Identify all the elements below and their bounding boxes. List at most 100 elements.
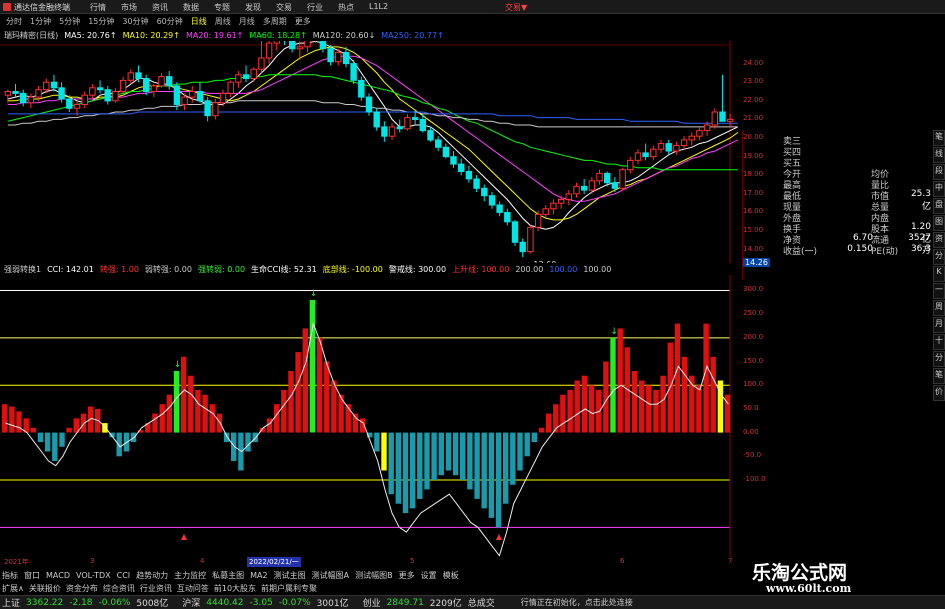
side-tab[interactable]: 周 (933, 300, 945, 316)
osc-bar (44, 432, 51, 452)
candle (465, 165, 473, 183)
candle-body (96, 87, 104, 91)
side-tab[interactable]: 价 (933, 385, 945, 401)
menu-item[interactable]: 数据 (183, 2, 199, 13)
osc-bar (223, 432, 230, 443)
index-cy-amount: 2209亿 (429, 599, 462, 609)
extension-tab[interactable]: 前10大股东 (214, 583, 256, 594)
indicator-tab[interactable]: VOL-TDX (76, 571, 111, 580)
period-tab[interactable]: 30分钟 (120, 16, 150, 27)
indicator-tab[interactable]: CCI (117, 571, 131, 580)
oscillator-chart[interactable]: ↓↓↓↓↓▲▲ (0, 275, 740, 557)
side-tab[interactable]: 分 (933, 351, 945, 367)
index-sz-name[interactable]: 沪深 (182, 596, 200, 609)
period-tab[interactable]: 月线 (237, 16, 257, 27)
side-tab[interactable]: 盘 (933, 198, 945, 214)
candle-body (588, 180, 596, 191)
side-tab[interactable]: 图 (933, 215, 945, 231)
indicator-tab[interactable]: MA2 (250, 571, 267, 580)
candle-body (680, 139, 688, 147)
period-tab[interactable]: 更多 (293, 16, 313, 27)
period-tab[interactable]: 1分钟 (28, 16, 53, 27)
extension-tab[interactable]: 互动问答 (177, 583, 209, 594)
status-bar: 上证 3362.22 -2.18 -0.06% 5008亿 沪深 4440.42… (0, 595, 945, 609)
osc-legend-item: 100.00 (583, 264, 612, 274)
period-tab[interactable]: 分时 (4, 16, 24, 27)
quote-row: 买四 (743, 145, 933, 158)
osc-bar (560, 394, 566, 433)
side-tab[interactable]: 段 (933, 164, 945, 180)
menu-item[interactable]: 交易 (276, 2, 292, 13)
candle-body (581, 185, 588, 191)
osc-bar (417, 432, 423, 499)
indicator-tab[interactable]: 趋势动力 (136, 570, 168, 581)
menu-item[interactable]: 热点 (338, 2, 354, 13)
side-tab[interactable]: 分 (933, 249, 945, 265)
candle (458, 158, 465, 176)
candle-body (634, 152, 642, 161)
osc-bar (152, 413, 158, 433)
menu-item[interactable]: L1L2 (369, 2, 388, 13)
index-sz-value: 4440.42 (206, 597, 244, 608)
extension-tab[interactable]: 扩展∧ (2, 583, 24, 594)
osc-legend-item: 100.00 (549, 264, 578, 274)
indicator-tab[interactable]: 指标 (2, 570, 18, 581)
menu-item[interactable]: 资讯 (152, 2, 168, 13)
indicator-tab[interactable]: 主力监控 (174, 570, 206, 581)
indicator-tab[interactable]: 测试幅图B (355, 570, 393, 581)
osc-bar (388, 432, 394, 495)
indicator-tab[interactable]: 私募主图 (212, 570, 244, 581)
period-tab[interactable]: 15分钟 (86, 16, 116, 27)
date-tick: 6 (620, 557, 625, 565)
candle-body (127, 72, 135, 81)
extension-tab[interactable]: 行业资讯 (140, 583, 172, 594)
candle-body (542, 208, 549, 215)
indicator-tab[interactable]: 更多 (399, 570, 415, 581)
period-tab[interactable]: 5分钟 (57, 16, 82, 27)
candle (212, 98, 219, 120)
indicator-tab[interactable]: 模板 (443, 570, 459, 581)
connection-status-message[interactable]: 行情正在初始化，点击此处连接 (521, 597, 633, 608)
trade-menu-button[interactable]: 交易▼ (505, 2, 527, 13)
side-tab[interactable]: 笔 (933, 130, 945, 146)
indicator-tab[interactable]: MACD (46, 571, 70, 580)
side-tab[interactable]: K (933, 266, 945, 282)
period-tab[interactable]: 日线 (189, 16, 209, 27)
extension-tab[interactable]: 关联报价 (29, 583, 61, 594)
indicator-tab[interactable]: 窗口 (24, 570, 40, 581)
osc-bar (488, 432, 495, 518)
period-tab[interactable]: 周线 (213, 16, 233, 27)
extension-tab[interactable]: 前期户属利专聚 (261, 583, 317, 594)
indicator-tab[interactable]: 测试幅图A (312, 570, 349, 581)
indicator-tab[interactable]: 测试主图 (274, 570, 306, 581)
menu-item[interactable]: 发现 (245, 2, 261, 13)
candle (596, 169, 603, 185)
candlestick-chart[interactable]: ←30.6626.10 - 26.02←13.60 (0, 41, 740, 263)
oscillator-title[interactable]: 强弱转换1 (4, 264, 41, 275)
side-tab[interactable]: 资 (933, 232, 945, 248)
extension-tab[interactable]: 综合资讯 (103, 583, 135, 594)
side-tab[interactable]: 中 (933, 181, 945, 197)
osc-tick: 300.0 (743, 285, 764, 294)
index-cy-name[interactable]: 创业 (363, 596, 381, 609)
period-tab[interactable]: 60分钟 (155, 16, 185, 27)
index-sh-name[interactable]: 上证 (2, 596, 20, 609)
menu-item[interactable]: 专题 (214, 2, 230, 13)
side-tab[interactable]: 笔 (933, 368, 945, 384)
osc-legend-item: 警戒线: 300.00 (388, 264, 447, 274)
extension-tab[interactable]: 资金分布 (66, 583, 98, 594)
side-tab[interactable]: 月 (933, 317, 945, 333)
candle-body (265, 42, 273, 59)
indicator-tab[interactable]: 设置 (421, 570, 437, 581)
period-tab[interactable]: 多周期 (261, 16, 289, 27)
candle-body (112, 91, 119, 102)
side-tab[interactable]: 一 (933, 283, 945, 299)
side-tab[interactable]: 线 (933, 147, 945, 163)
side-tab[interactable]: 十 (933, 334, 945, 350)
menu-item[interactable]: 行情 (90, 2, 106, 13)
candle (504, 208, 511, 226)
menu-item[interactable]: 行业 (307, 2, 323, 13)
main-indicator-label[interactable]: 瑞玛精密(日线) (4, 30, 58, 41)
side-tab-strip: 笔线段中盘图资分K一周月十分笔价 (933, 130, 945, 570)
menu-item[interactable]: 市场 (121, 2, 137, 13)
